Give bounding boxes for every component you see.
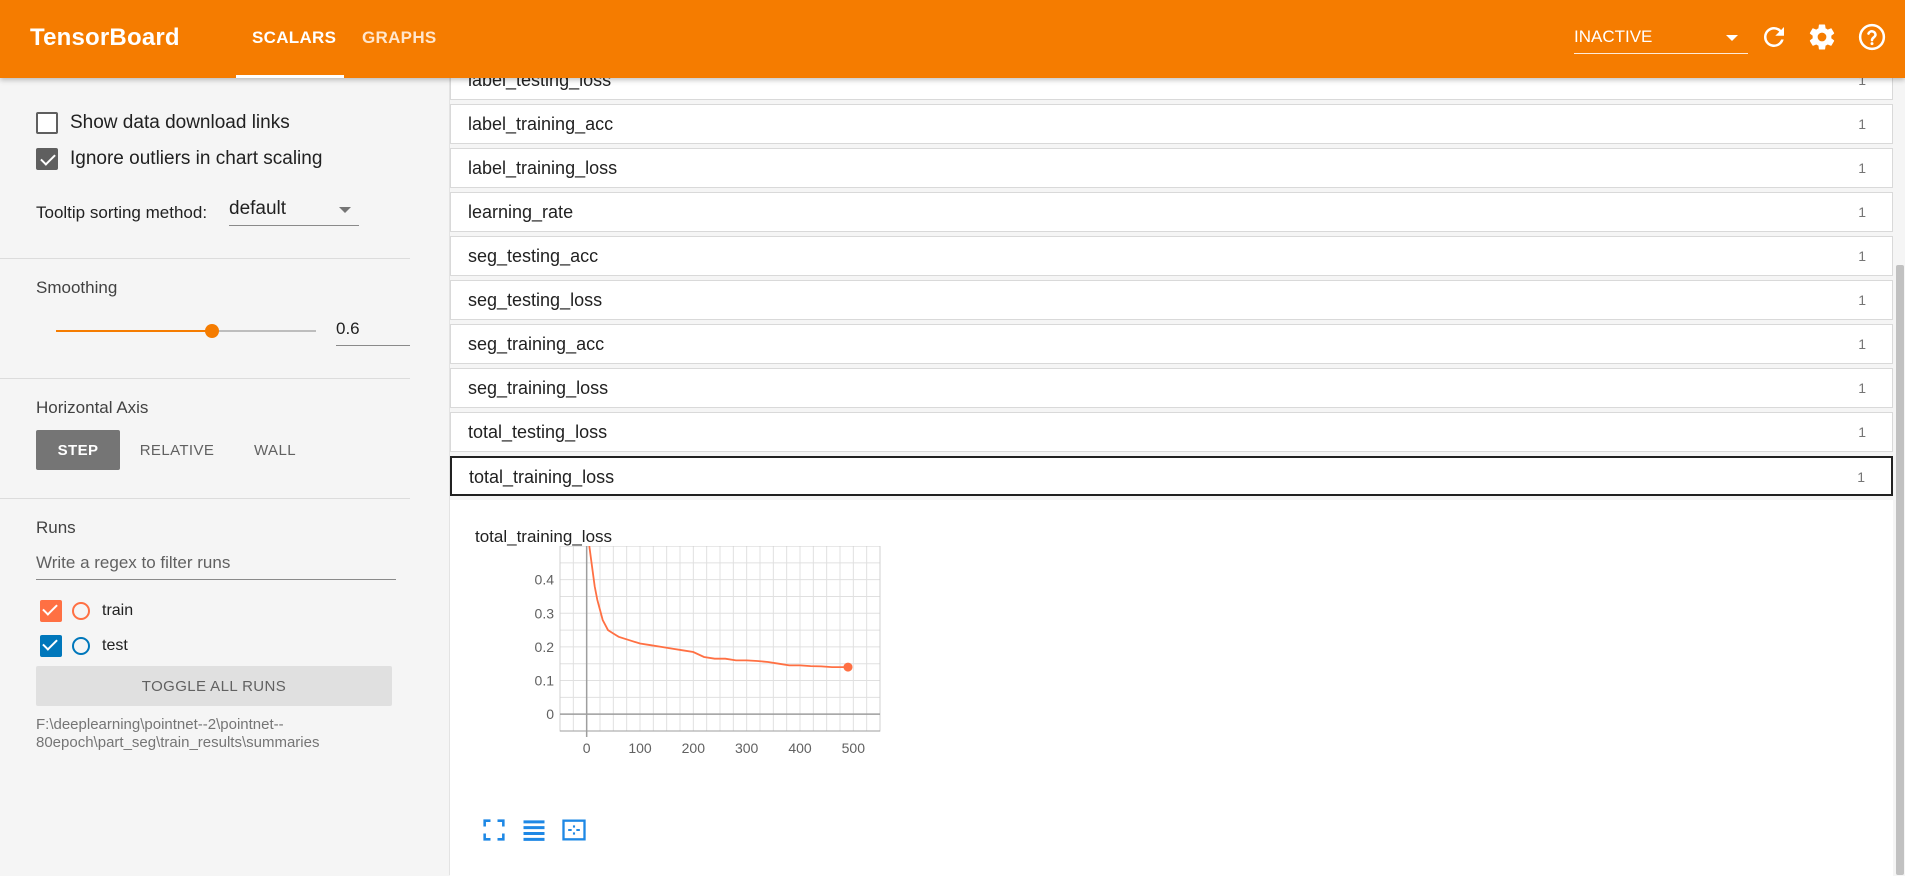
smoothing-slider[interactable]: [56, 324, 316, 338]
app-title: TensorBoard: [30, 24, 180, 51]
toggle-all-runs-button[interactable]: TOGGLE ALL RUNS: [36, 666, 392, 706]
tag-row-total_testing_loss[interactable]: total_testing_loss 1: [450, 412, 1893, 452]
series-endpoint-train: [843, 662, 853, 672]
horizontal-axis-title: Horizontal Axis: [36, 398, 149, 417]
tag-row-label_training_loss[interactable]: label_training_loss 1: [450, 148, 1893, 188]
tag-count: 1: [1858, 116, 1866, 132]
chart-title: total_training_loss: [475, 527, 613, 546]
slider-thumb[interactable]: [205, 324, 219, 338]
y-tick-label: 0.2: [535, 639, 555, 655]
run-status-select[interactable]: INACTIVE: [1574, 24, 1748, 54]
y-tick-labels: 0 0.1 0.2 0.3 0.4: [535, 572, 555, 723]
tag-count: 1: [1858, 204, 1866, 220]
main-content: label_testing_loss 1 label_training_acc …: [450, 60, 1905, 876]
chevron-down-icon: [1726, 35, 1738, 41]
smoothing-title: Smoothing: [36, 278, 118, 297]
tag-count: 1: [1858, 160, 1866, 176]
run-color-icon[interactable]: [72, 602, 90, 620]
x-tick-labels: 0 100 200 300 400 500: [583, 740, 865, 756]
top-app-bar: TensorBoard SCALARS GRAPHS INACTIVE: [0, 0, 1905, 78]
x-tick-label: 100: [628, 740, 652, 756]
tag-name: seg_training_acc: [468, 334, 605, 354]
x-tick-label: 400: [788, 740, 812, 756]
tag-count: 1: [1858, 248, 1866, 264]
tag-row-learning_rate[interactable]: learning_rate 1: [450, 192, 1893, 232]
tag-count: 1: [1858, 380, 1866, 396]
help-icon[interactable]: [1857, 22, 1887, 52]
section-divider: [0, 258, 410, 259]
x-tick-label: 500: [842, 740, 866, 756]
y-tick-label: 0.1: [535, 673, 555, 689]
run-item-train[interactable]: train: [40, 599, 133, 623]
y-tick-label: 0.3: [535, 605, 555, 621]
tag-name: seg_training_loss: [468, 378, 609, 398]
runs-title: Runs: [36, 518, 76, 537]
run-name: train: [102, 602, 134, 619]
chart-grid: [559, 546, 881, 732]
tag-name: seg_testing_loss: [468, 290, 603, 310]
section-divider: [0, 498, 410, 499]
ignore-outliers-checkbox[interactable]: Ignore outliers in chart scaling: [36, 146, 322, 172]
tag-count: 1: [1858, 424, 1866, 440]
logdir-path: F:\deeplearning\pointnet--2\pointnet-- 8…: [36, 716, 416, 752]
run-color-icon[interactable]: [72, 637, 90, 655]
axis-wall-button[interactable]: WALL: [240, 430, 310, 470]
tag-row-seg_training_acc[interactable]: seg_training_acc 1: [450, 324, 1893, 364]
tag-name: total_training_loss: [469, 467, 615, 487]
tag-row-label_training_acc[interactable]: label_training_acc 1: [450, 104, 1893, 144]
runs-filter-input[interactable]: Write a regex to filter runs: [36, 550, 396, 580]
tag-count: 1: [1858, 336, 1866, 352]
checkbox-box[interactable]: [36, 148, 58, 170]
gear-icon[interactable]: [1807, 22, 1837, 52]
y-tick-label: 0.4: [535, 572, 555, 588]
toggle-y-log-icon[interactable]: [520, 816, 548, 844]
tag-row-seg_testing_acc[interactable]: seg_testing_acc 1: [450, 236, 1893, 276]
fit-domain-icon[interactable]: [560, 816, 588, 844]
axis-step-button[interactable]: STEP: [36, 430, 120, 470]
tag-count: 1: [1858, 292, 1866, 308]
run-status-value: INACTIVE: [1574, 27, 1653, 46]
smoothing-input[interactable]: 0.6: [336, 316, 410, 346]
checkbox-box[interactable]: [36, 112, 58, 134]
run-item-test[interactable]: test: [40, 634, 128, 658]
x-tick-label: 300: [735, 740, 759, 756]
refresh-icon[interactable]: [1759, 22, 1789, 52]
series-line-train: [588, 546, 848, 668]
tag-row-total_training_loss[interactable]: total_training_loss 1: [450, 456, 1893, 496]
tag-name: learning_rate: [468, 202, 574, 222]
tab-graphs[interactable]: GRAPHS: [362, 28, 437, 48]
y-tick-label: 0: [546, 706, 554, 722]
checkbox-label: Show data download links: [70, 112, 290, 133]
active-tab-indicator: [236, 75, 344, 78]
tag-name: seg_testing_acc: [468, 246, 599, 266]
show-download-links-checkbox[interactable]: Show data download links: [36, 110, 290, 136]
run-checkbox-train[interactable]: [40, 600, 62, 622]
logdir-line: F:\deeplearning\pointnet--2\pointnet--: [36, 716, 284, 733]
run-name: test: [102, 637, 128, 654]
loss-chart[interactable]: 0 0.1 0.2 0.3 0.4 0 100 200 300 400 500: [450, 546, 910, 814]
sidebar: Show data download links Ignore outliers…: [0, 78, 450, 875]
tag-name: label_training_acc: [468, 114, 614, 134]
x-tick-label: 0: [583, 740, 591, 756]
section-divider: [0, 378, 410, 379]
x-tick-label: 200: [682, 740, 706, 756]
tooltip-sort-value: default: [229, 198, 287, 219]
tag-name: label_training_loss: [468, 158, 618, 178]
slider-fill: [56, 330, 212, 332]
scrollbar[interactable]: [1896, 265, 1904, 875]
logdir-line: 80epoch\part_seg\train_results\summaries: [36, 734, 320, 751]
chevron-down-icon: [339, 207, 351, 213]
tooltip-sort-label: Tooltip sorting method:: [36, 203, 208, 222]
tag-row-seg_testing_loss[interactable]: seg_testing_loss 1: [450, 280, 1893, 320]
run-checkbox-test[interactable]: [40, 635, 62, 657]
tab-scalars[interactable]: SCALARS: [252, 28, 336, 48]
tag-name: total_testing_loss: [468, 422, 608, 442]
tag-row-seg_training_loss[interactable]: seg_training_loss 1: [450, 368, 1893, 408]
tag-count: 1: [1857, 469, 1865, 485]
fullscreen-icon[interactable]: [480, 816, 508, 844]
tooltip-sort-select[interactable]: default: [229, 196, 359, 226]
axis-relative-button[interactable]: RELATIVE: [130, 430, 224, 470]
checkbox-label: Ignore outliers in chart scaling: [70, 148, 323, 169]
